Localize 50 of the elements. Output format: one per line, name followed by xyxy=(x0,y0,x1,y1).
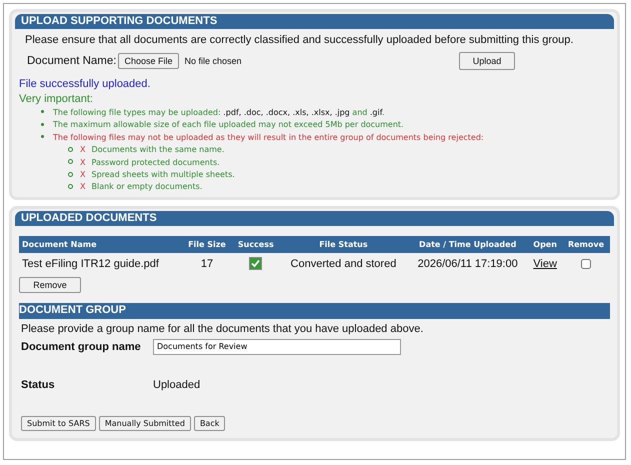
remove-checkbox[interactable] xyxy=(581,258,591,269)
note-text: The following file types may be uploaded: .pdf, .doc, .docx, .xls, .xlsx, .jpg and .gif. xyxy=(53,108,385,117)
bullet-icon xyxy=(68,159,73,164)
action-button[interactable]: Back xyxy=(194,416,226,431)
cross-mark: X xyxy=(80,158,86,167)
success-message: File successfully uploaded. xyxy=(19,78,152,90)
instruction-text: Please ensure that all documents are correctly classified and successfully uploaded before submitting this group. xyxy=(25,34,574,46)
file-status-text: No file chosen xyxy=(184,56,242,66)
cross-mark: X xyxy=(80,170,86,180)
column-header: File Status xyxy=(280,236,408,253)
column-header: Success xyxy=(232,236,280,253)
cross-mark: X xyxy=(80,182,86,192)
action-button[interactable]: Submit to SARS xyxy=(21,416,96,431)
note-text: The following files may not be uploaded as they will result in the entire group of documents being rejected: xyxy=(53,132,484,142)
table-cell: 17 xyxy=(182,252,232,275)
table-cell: Converted and stored xyxy=(280,252,408,275)
bullet-icon xyxy=(68,147,73,152)
column-header: Document Name xyxy=(19,236,182,253)
field-label: Status xyxy=(21,378,56,391)
bullet-icon xyxy=(68,172,73,177)
note-text: The maximum allowable size of each file uploaded may not exceed 5Mb per document. xyxy=(53,120,404,130)
panel-header: UPLOAD SUPPORTING DOCUMENTS xyxy=(15,14,614,29)
action-button[interactable]: Manually Submitted xyxy=(98,416,191,431)
note-text: Documents with the same name. xyxy=(91,145,224,154)
column-header: Open xyxy=(528,236,562,253)
upload-button[interactable]: Upload xyxy=(459,52,515,70)
important-heading: Very important: xyxy=(19,93,94,105)
column-header: File Size xyxy=(182,236,232,253)
panel-header: UPLOADED DOCUMENTS xyxy=(15,210,614,226)
cross-mark: X xyxy=(80,145,86,154)
table-cell: Test eFiling ITR12 guide.pdf xyxy=(19,252,182,275)
note-text: Password protected documents. xyxy=(91,158,220,167)
group-name-field[interactable]: Documents for Review xyxy=(153,338,401,355)
remove-button[interactable]: Remove xyxy=(19,276,81,293)
note-text: Spread sheets with multiple sheets. xyxy=(91,170,235,180)
column-header: Remove xyxy=(562,236,610,253)
field-label: Document Name: xyxy=(27,55,116,67)
bullet-icon xyxy=(41,135,44,138)
choose-file-button[interactable]: Choose File xyxy=(118,53,179,69)
section-header: DOCUMENT GROUP xyxy=(19,302,610,319)
status-value: Uploaded xyxy=(153,378,200,391)
field-label: Document group name xyxy=(21,340,142,353)
instruction-text: Please provide a group name for all the documents that you have uploaded above. xyxy=(21,322,424,335)
bullet-icon xyxy=(41,110,44,114)
bullet-icon xyxy=(41,122,44,126)
view-link[interactable]: View xyxy=(533,258,557,270)
bullet-icon xyxy=(68,184,73,190)
table-cell: 2026/06/11 17:19:00 xyxy=(407,252,528,275)
note-text: Blank or empty documents. xyxy=(91,182,202,192)
column-header: Date / Time Uploaded xyxy=(407,236,528,253)
